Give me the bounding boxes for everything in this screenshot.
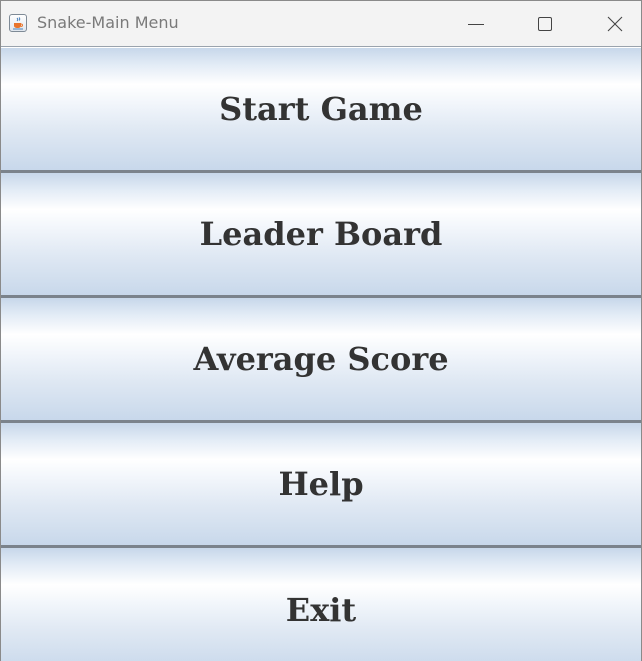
- help-button[interactable]: Help: [1, 423, 641, 548]
- java-cup-icon: [9, 14, 27, 32]
- leader-board-button[interactable]: Leader Board: [1, 173, 641, 298]
- window-title: Snake-Main Menu: [37, 13, 179, 32]
- maximize-icon: [538, 17, 552, 31]
- main-menu: Start Game Leader Board Average Score He…: [1, 48, 641, 661]
- exit-button[interactable]: Exit: [1, 548, 641, 661]
- title-bar[interactable]: Snake-Main Menu: [1, 1, 641, 47]
- app-window: Snake-Main Menu Start Game Leader Board …: [0, 0, 642, 661]
- minimize-icon: [468, 24, 484, 25]
- close-icon: [607, 16, 623, 32]
- minimize-button[interactable]: [453, 1, 499, 47]
- close-button[interactable]: [592, 1, 638, 47]
- maximize-button[interactable]: [522, 1, 568, 47]
- average-score-button[interactable]: Average Score: [1, 298, 641, 423]
- start-game-button[interactable]: Start Game: [1, 48, 641, 173]
